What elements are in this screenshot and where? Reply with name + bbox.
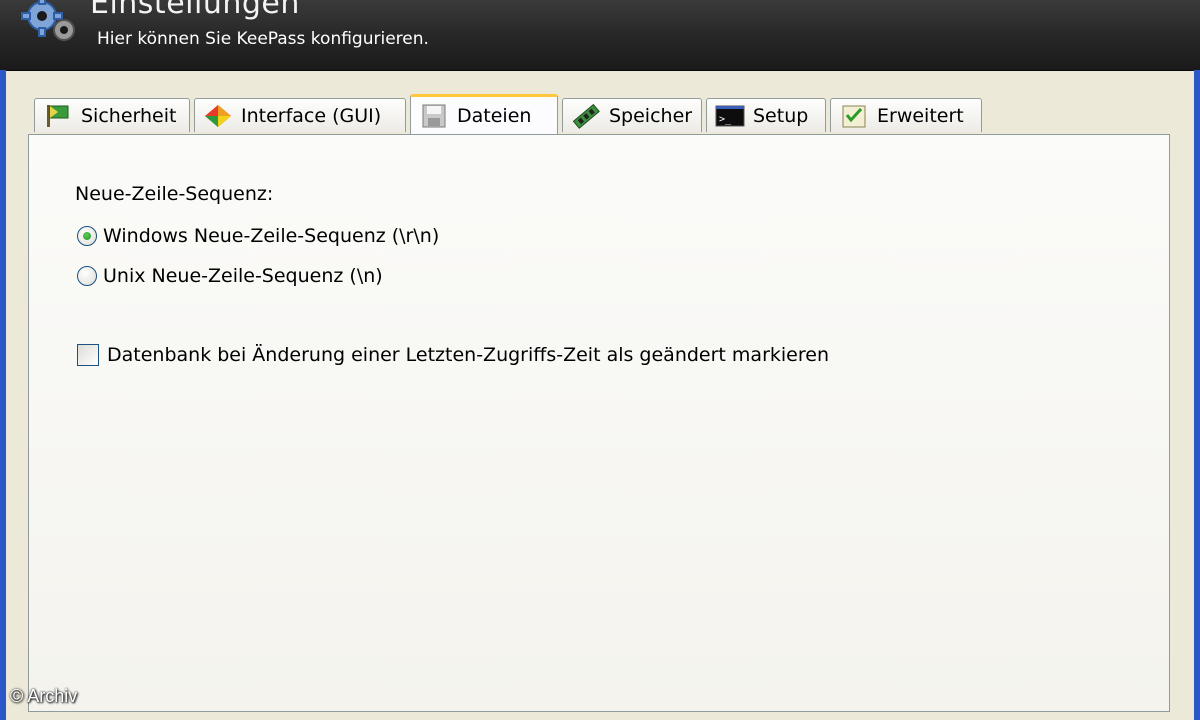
flag-icon (43, 103, 73, 129)
svg-text:>_: >_ (719, 114, 732, 125)
tab-label: Speicher (609, 104, 693, 127)
memory-chip-icon (571, 103, 601, 129)
header-banner: Einstellungen Hier können Sie KeePass ko… (0, 0, 1200, 71)
copyright-watermark: © Archiv (10, 686, 78, 706)
radio-windows-label: Windows Neue-Zeile-Sequenz (\r\n) (103, 225, 440, 247)
tab-dateien[interactable]: Dateien (410, 94, 558, 134)
tab-label: Dateien (457, 104, 532, 127)
gear-icon (21, 0, 75, 41)
tab-label: Interface (GUI) (241, 104, 382, 127)
window-frame-left (0, 70, 6, 720)
tab-interface[interactable]: Interface (GUI) (194, 98, 406, 132)
tab-label: Setup (753, 104, 809, 127)
tab-label: Sicherheit (81, 104, 177, 127)
radio-unix-newline[interactable]: Unix Neue-Zeile-Sequenz (\n) (77, 265, 383, 287)
newline-sequence-label: Neue-Zeile-Sequenz: (75, 183, 274, 205)
console-icon: >_ (715, 103, 745, 129)
tab-speicher[interactable]: Speicher (562, 98, 702, 132)
radio-button-checked[interactable] (77, 226, 97, 246)
checkbox-mark-modified[interactable]: Datenbank bei Änderung einer Letzten-Zug… (77, 344, 829, 366)
dialog-subtitle: Hier können Sie KeePass konfigurieren. (97, 29, 429, 49)
tab-sicherheit[interactable]: Sicherheit (34, 98, 190, 132)
radio-button-unchecked[interactable] (77, 266, 97, 286)
checkbox-mark-modified-label: Datenbank bei Änderung einer Letzten-Zug… (107, 344, 829, 366)
floppy-disk-icon (419, 103, 449, 129)
window-frame-right (1194, 70, 1200, 720)
dialog-title: Einstellungen (90, 0, 300, 21)
colorful-diamond-icon (203, 103, 233, 129)
checklist-icon (839, 103, 869, 129)
radio-windows-newline[interactable]: Windows Neue-Zeile-Sequenz (\r\n) (77, 225, 439, 247)
tab-erweitert[interactable]: Erweitert (830, 98, 982, 132)
radio-unix-label: Unix Neue-Zeile-Sequenz (\n) (103, 265, 383, 287)
checkbox[interactable] (77, 344, 99, 366)
tab-setup[interactable]: >_ Setup (706, 98, 826, 132)
tab-label: Erweitert (877, 104, 964, 127)
tab-page-dateien: Neue-Zeile-Sequenz: Windows Neue-Zeile-S… (28, 134, 1170, 712)
